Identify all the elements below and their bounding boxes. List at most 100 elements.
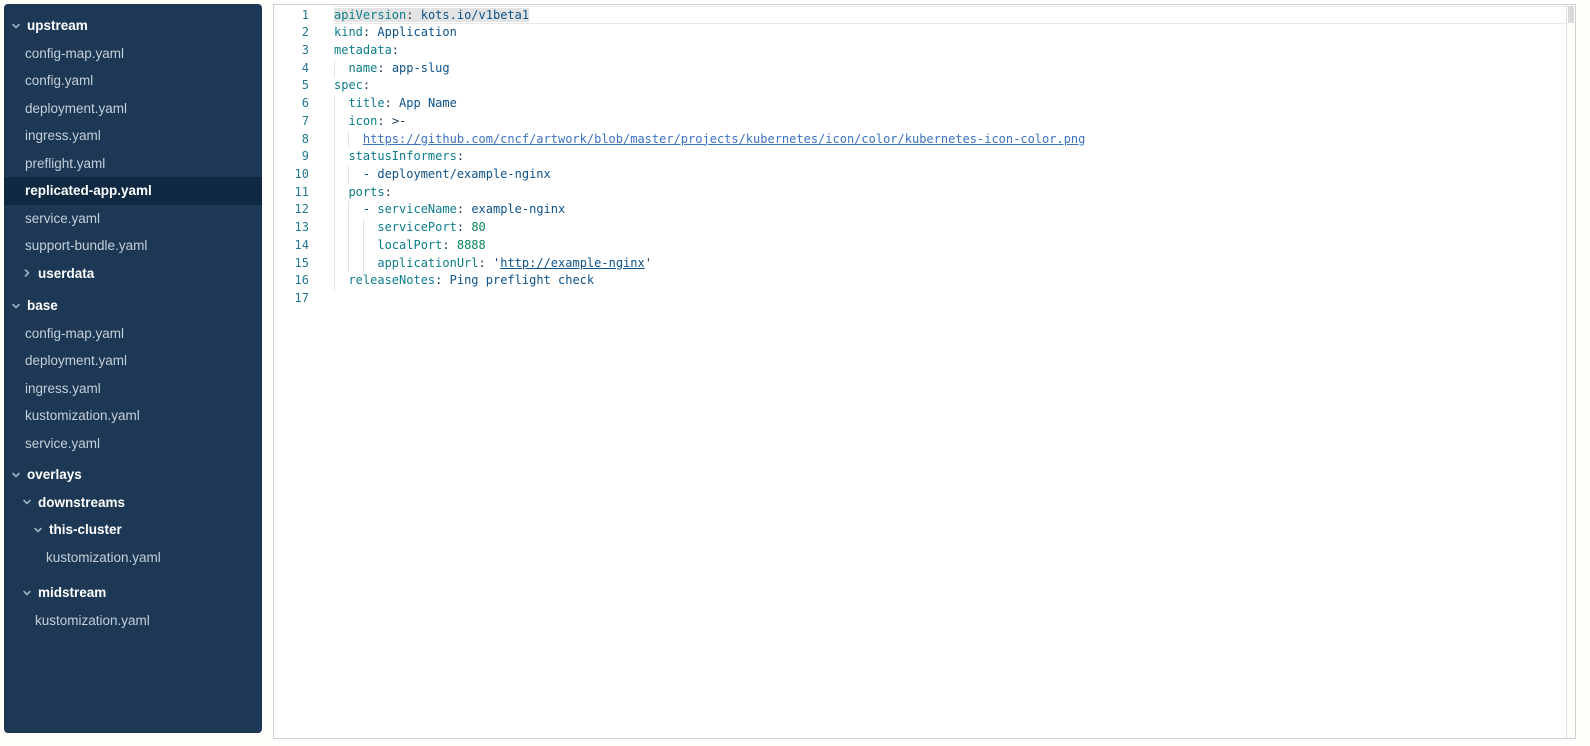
tree-file-replicated-app-yaml[interactable]: replicated-app.yaml (4, 177, 262, 205)
code-line[interactable]: 13 servicePort: 80 (274, 219, 1575, 237)
tree-file-deployment-yaml[interactable]: deployment.yaml (4, 95, 262, 123)
tree-file-service-yaml[interactable]: service.yaml (4, 430, 262, 458)
code-line[interactable]: 1apiVersion: kots.io/v1beta1 (274, 7, 1575, 25)
tree-folder-downstreams[interactable]: downstreams (4, 489, 262, 517)
code-line-content[interactable]: metadata: (334, 42, 1575, 60)
tree-file-deployment-yaml[interactable]: deployment.yaml (4, 347, 262, 375)
indent-guide (348, 166, 349, 184)
tree-folder-userdata[interactable]: userdata (4, 260, 262, 288)
code-line-content[interactable]: spec: (334, 77, 1575, 95)
code-token: localPort (377, 238, 442, 252)
code-token: App Name (399, 96, 457, 110)
chevron-down-icon[interactable] (22, 497, 32, 507)
tree-file-kustomization-yaml[interactable]: kustomization.yaml (4, 544, 262, 572)
indent-guide (334, 272, 335, 290)
code-line-content[interactable]: - serviceName: example-nginx (334, 201, 1575, 219)
indent-guide (348, 219, 349, 237)
indent-guide (334, 237, 335, 255)
tree-folder-overlays[interactable]: overlays (4, 461, 262, 489)
code-line[interactable]: 10 - deployment/example-nginx (274, 166, 1575, 184)
tree-item-label: base (27, 298, 58, 313)
tree-file-config-yaml[interactable]: config.yaml (4, 67, 262, 95)
code-line[interactable]: 8 https://github.com/cncf/artwork/blob/m… (274, 131, 1575, 149)
code-token: >- (392, 114, 406, 128)
code-line[interactable]: 12 - serviceName: example-nginx (274, 201, 1575, 219)
chevron-down-icon[interactable] (33, 525, 43, 535)
code-line[interactable]: 5spec: (274, 77, 1575, 95)
code-line[interactable]: 16 releaseNotes: Ping preflight check (274, 272, 1575, 290)
chevron-down-icon[interactable] (22, 588, 32, 598)
tree-folder-base[interactable]: base (4, 292, 262, 320)
chevron-right-icon[interactable] (22, 268, 32, 278)
tree-folder-midstream[interactable]: midstream (4, 579, 262, 607)
indent-guide (334, 219, 335, 237)
code-line-content[interactable]: https://github.com/cncf/artwork/blob/mas… (334, 131, 1575, 149)
code-token: apiVersion (334, 8, 406, 22)
code-token (385, 61, 392, 75)
code-line-content[interactable]: name: app-slug (334, 60, 1575, 78)
tree-file-ingress-yaml[interactable]: ingress.yaml (4, 122, 262, 150)
code-line-content[interactable]: releaseNotes: Ping preflight check (334, 272, 1575, 290)
code-token (392, 96, 399, 110)
code-line-content[interactable]: localPort: 8888 (334, 237, 1575, 255)
chevron-down-icon[interactable] (11, 21, 21, 31)
code-token: - (363, 167, 377, 181)
code-token: statusInformers (348, 149, 456, 163)
code-token: 80 (471, 220, 485, 234)
tree-file-service-yaml[interactable]: service.yaml (4, 205, 262, 233)
tree-item-label: midstream (38, 585, 106, 600)
indent-guide (334, 201, 335, 219)
code-link[interactable]: https://github.com/cncf/artwork/blob/mas… (363, 132, 1085, 146)
code-token: name (348, 61, 377, 75)
tree-file-preflight-yaml[interactable]: preflight.yaml (4, 150, 262, 178)
code-line[interactable]: 4 name: app-slug (274, 60, 1575, 78)
tree-file-kustomization-yaml[interactable]: kustomization.yaml (4, 402, 262, 430)
code-token: : (385, 96, 392, 110)
tree-folder-upstream[interactable]: upstream (4, 12, 262, 40)
tree-item-label: config.yaml (25, 73, 93, 88)
code-line[interactable]: 7 icon: >- (274, 113, 1575, 131)
code-line-content[interactable]: apiVersion: kots.io/v1beta1 (334, 7, 1575, 25)
code-line[interactable]: 17 (274, 290, 1575, 308)
code-line-content[interactable]: - deployment/example-nginx (334, 166, 1575, 184)
code-link[interactable]: http://example-nginx (500, 256, 645, 270)
tree-file-kustomization-yaml[interactable]: kustomization.yaml (4, 607, 262, 635)
code-token: Application (377, 25, 456, 39)
code-line-content[interactable]: ports: (334, 184, 1575, 202)
code-line-content[interactable]: icon: >- (334, 113, 1575, 131)
indent-guide (334, 131, 335, 149)
code-line[interactable]: 3metadata: (274, 42, 1575, 60)
tree-item-label: downstreams (38, 495, 125, 510)
tree-file-support-bundle-yaml[interactable]: support-bundle.yaml (4, 232, 262, 260)
code-line[interactable]: 11 ports: (274, 184, 1575, 202)
code-line-content[interactable]: servicePort: 80 (334, 219, 1575, 237)
code-editor[interactable]: 1apiVersion: kots.io/v1beta12kind: Appli… (273, 4, 1576, 739)
chevron-down-icon[interactable] (11, 470, 21, 480)
tree-item-label: deployment.yaml (25, 101, 127, 116)
tree-file-ingress-yaml[interactable]: ingress.yaml (4, 375, 262, 403)
tree-folder-this-cluster[interactable]: this-cluster (4, 516, 262, 544)
code-token (334, 238, 377, 252)
tree-item-label: kustomization.yaml (25, 408, 140, 423)
code-line-content[interactable]: title: App Name (334, 95, 1575, 113)
code-line-content[interactable]: statusInformers: (334, 148, 1575, 166)
line-number: 4 (274, 60, 334, 78)
code-token: serviceName (377, 202, 456, 216)
code-line[interactable]: 14 localPort: 8888 (274, 237, 1575, 255)
overview-ruler-scrollbar[interactable] (1566, 5, 1575, 738)
code-token: deployment/example-nginx (377, 167, 550, 181)
indent-guide (334, 60, 335, 78)
code-token: kind (334, 25, 363, 39)
line-number: 10 (274, 166, 334, 184)
code-line[interactable]: 9 statusInformers: (274, 148, 1575, 166)
code-line[interactable]: 6 title: App Name (274, 95, 1575, 113)
code-line-content[interactable] (334, 290, 1575, 308)
tree-file-config-map-yaml[interactable]: config-map.yaml (4, 40, 262, 68)
code-line[interactable]: 2kind: Application (274, 24, 1575, 42)
code-line-content[interactable]: kind: Application (334, 24, 1575, 42)
tree-file-config-map-yaml[interactable]: config-map.yaml (4, 320, 262, 348)
chevron-down-icon[interactable] (11, 301, 21, 311)
code-line[interactable]: 15 applicationUrl: 'http://example-nginx… (274, 255, 1575, 273)
code-line-content[interactable]: applicationUrl: 'http://example-nginx' (334, 255, 1575, 273)
line-number: 11 (274, 184, 334, 202)
